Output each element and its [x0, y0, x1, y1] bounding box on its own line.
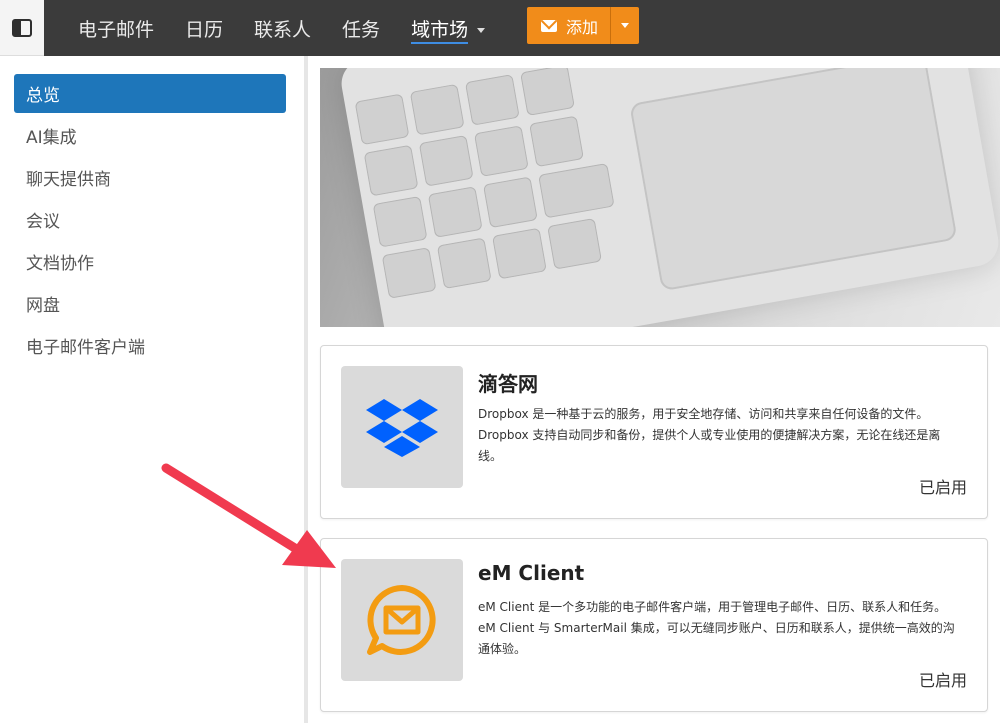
sidebar-item-label: 聊天提供商 [26, 170, 111, 190]
sidebar-item-label: 网盘 [26, 296, 60, 316]
nav-domain-marketplace[interactable]: 域市场 [411, 15, 486, 44]
app-status: 已启用 [918, 671, 967, 690]
app-title: 滴答网 [478, 372, 538, 396]
nav-calendar[interactable]: 日历 [185, 15, 223, 42]
sidebar-item-cloud-drive[interactable]: 网盘 [14, 284, 286, 323]
add-button[interactable]: 添加 [527, 7, 612, 44]
sidebar-item-label: 会议 [26, 212, 60, 232]
sidebar-item-ai-integration[interactable]: AI集成 [14, 116, 286, 155]
nav-tasks[interactable]: 任务 [342, 15, 380, 42]
nav-contacts-label: 联系人 [254, 18, 312, 41]
keyboard-key [464, 74, 520, 126]
sidebar-panel-icon [12, 18, 32, 37]
sidebar-item-document-collaboration[interactable]: 文档协作 [14, 242, 286, 281]
keyboard-key [473, 125, 529, 177]
keyboard-key [427, 186, 483, 238]
keyboard-key [482, 176, 538, 229]
app-description: Dropbox 是一种基于云的服务，用于安全地存储、访问和共享来自任何设备的文件… [478, 407, 941, 463]
trackpad [629, 68, 958, 292]
sidebar-item-label: AI集成 [26, 128, 77, 148]
app-logo [341, 366, 463, 488]
main-nav: 电子邮件 日历 联系人 任务 域市场 [78, 0, 516, 56]
chevron-down-icon [477, 27, 486, 33]
add-button-label: 添加 [566, 17, 599, 37]
keyboard-key [491, 227, 547, 280]
sidebar-toggle-button[interactable] [0, 0, 44, 56]
app-card-em-client[interactable]: eM Client eM Client 是一个多功能的电子邮件客户端，用于管理电… [320, 538, 988, 712]
keyboard-key [529, 115, 584, 168]
nav-calendar-label: 日历 [185, 18, 224, 41]
nav-tasks-label: 任务 [342, 18, 381, 41]
nav-domain-marketplace-label: 域市场 [411, 18, 469, 44]
keyboard-key [409, 83, 465, 136]
keyboard-key [372, 195, 428, 248]
sidebar-item-email-clients[interactable]: 电子邮件客户端 [14, 326, 286, 365]
app-card-dropbox[interactable]: 滴答网 Dropbox 是一种基于云的服务，用于安全地存储、访问和共享来自任何设… [320, 345, 988, 519]
caret-down-icon [621, 23, 630, 28]
app-logo [341, 559, 463, 681]
envelope-icon [541, 19, 557, 32]
keyboard-key [436, 237, 492, 290]
sidebar-item-label: 文档协作 [26, 254, 94, 274]
keyboard-key [520, 68, 575, 117]
keyboard-key [418, 134, 474, 187]
add-dropdown-button[interactable] [611, 7, 639, 44]
sidebar-item-chat-providers[interactable]: 聊天提供商 [14, 158, 286, 197]
sidebar-item-label: 总览 [26, 86, 60, 106]
sidebar-item-label: 电子邮件客户端 [26, 338, 145, 358]
nav-email[interactable]: 电子邮件 [78, 15, 154, 42]
keyboard-key [547, 217, 603, 270]
hero-banner-image [320, 68, 1000, 327]
em-client-icon [367, 585, 436, 655]
keyboard-key [381, 247, 437, 299]
app-title: eM Client [478, 561, 585, 585]
add-button-group: 添加 [527, 7, 640, 44]
keyboard-key [354, 93, 410, 146]
top-navigation-bar: 电子邮件 日历 联系人 任务 域市场 添加 [0, 0, 1000, 56]
keyboard-key [538, 162, 615, 219]
app-status: 已启用 [918, 478, 967, 497]
nav-email-label: 电子邮件 [78, 18, 155, 41]
marketplace-content: 滴答网 Dropbox 是一种基于云的服务，用于安全地存储、访问和共享来自任何设… [308, 56, 1000, 723]
laptop-illustration [337, 68, 1000, 327]
sidebar-item-overview[interactable]: 总览 [14, 74, 286, 113]
app-description: eM Client 是一个多功能的电子邮件客户端，用于管理电子邮件、日历、联系人… [478, 600, 955, 656]
nav-contacts[interactable]: 联系人 [254, 15, 311, 42]
category-sidebar: 总览 AI集成 聊天提供商 会议 文档协作 网盘 电子邮件客户端 [0, 56, 304, 723]
keyboard-key [363, 144, 419, 197]
sidebar-item-meetings[interactable]: 会议 [14, 200, 286, 239]
dropbox-icon [366, 399, 438, 457]
